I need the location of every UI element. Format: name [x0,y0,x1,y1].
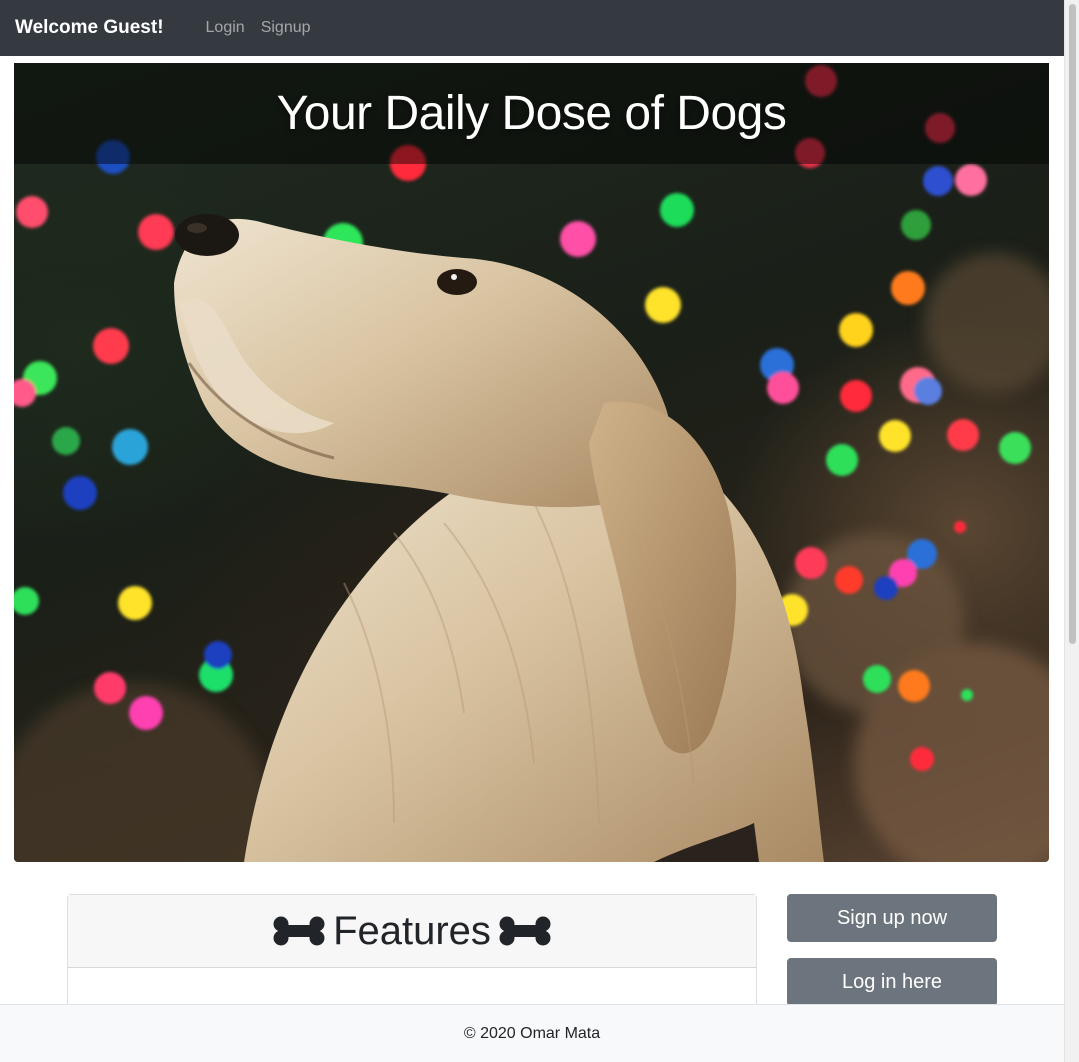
features-title: Features [333,908,491,953]
page-footer: © 2020 Omar Mata [0,1004,1064,1062]
dog-photo-illustration [14,65,1049,862]
navbar-brand[interactable]: Welcome Guest! [15,17,164,39]
hero-title: Your Daily Dose of Dogs [276,87,787,140]
nav-link-signup[interactable]: Signup [261,19,311,37]
bone-icon [273,916,325,946]
hero-title-band: Your Daily Dose of Dogs [14,63,1049,164]
top-navbar: Welcome Guest! Login Signup [0,0,1064,56]
features-card-header: Features [68,895,756,968]
vertical-scrollbar[interactable] [1064,0,1079,1062]
scrollbar-thumb[interactable] [1069,4,1076,644]
bone-icon [499,916,551,946]
footer-copyright: © 2020 Omar Mata [463,1024,601,1042]
signup-now-button[interactable]: Sign up now [787,894,997,942]
nav-link-login[interactable]: Login [206,19,245,37]
login-here-button[interactable]: Log in here [787,958,997,1006]
hero-image: Your Daily Dose of Dogs [14,63,1049,862]
